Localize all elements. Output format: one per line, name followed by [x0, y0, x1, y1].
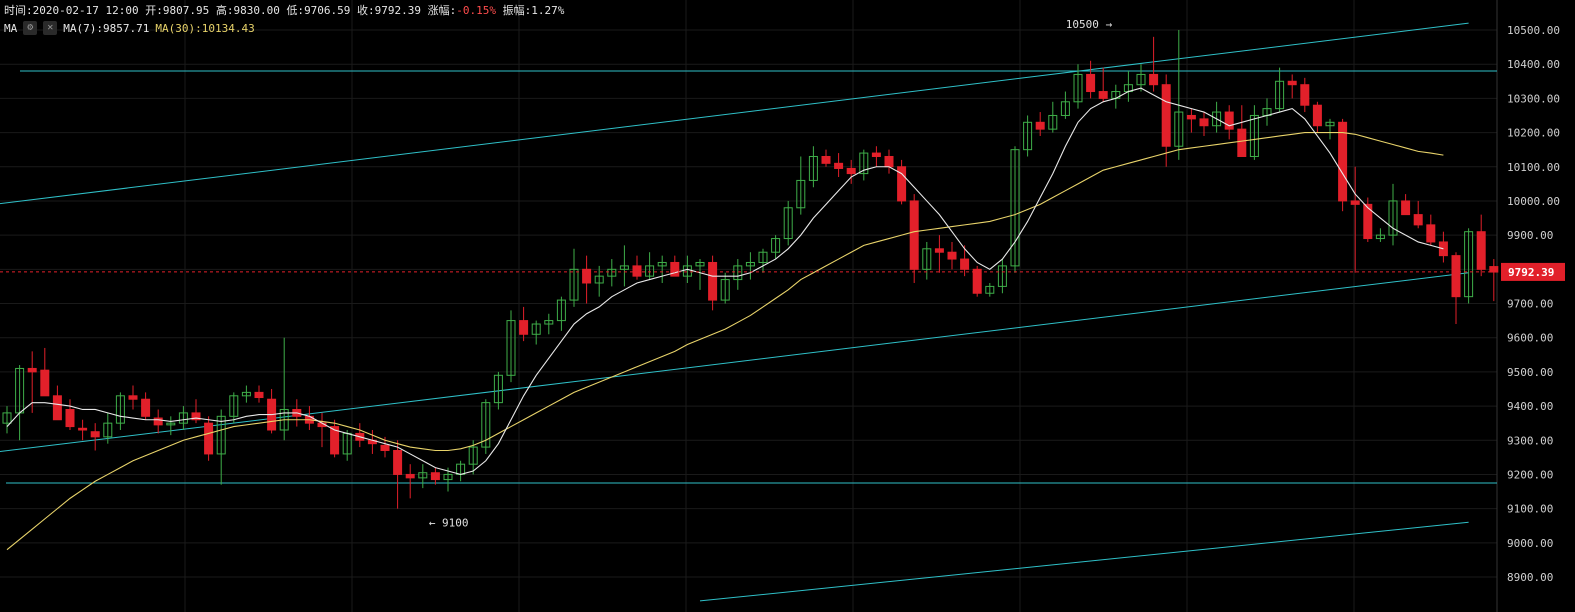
low-label: 低:	[286, 4, 305, 17]
candlestick-chart[interactable]: 10500 → ← 9100 10500.00 10400.00 10300.00 10…	[0, 0, 1575, 612]
candle-down	[40, 369, 50, 397]
candle-down	[846, 167, 856, 175]
price-tick-label: 8900.00	[1507, 571, 1553, 584]
price-tick-label: 10200.00	[1507, 127, 1560, 140]
candle-down	[871, 152, 881, 157]
candle-down	[934, 248, 944, 253]
candle-down	[141, 398, 151, 417]
price-tick-label: 9600.00	[1507, 332, 1553, 345]
chart-background	[0, 0, 1575, 612]
open-label: 开:	[145, 4, 163, 17]
candle-down	[1086, 73, 1096, 93]
candle-down	[1476, 231, 1486, 270]
price-tick-label: 10000.00	[1507, 195, 1560, 208]
candle-down	[708, 261, 718, 301]
candle-down	[1287, 80, 1297, 86]
candle-down	[1338, 121, 1348, 202]
candle-down	[909, 200, 919, 270]
candle-down	[582, 268, 592, 284]
time-label: 时间:	[4, 4, 33, 17]
candle-down	[947, 251, 957, 260]
candle-down	[430, 472, 440, 481]
candle-down	[1237, 128, 1247, 157]
candle-down	[90, 431, 100, 438]
candle-down	[1300, 84, 1310, 106]
candle-down	[27, 367, 37, 373]
ma30-value: 10134.43	[201, 21, 255, 35]
ma7-label: MA(7):	[63, 21, 103, 35]
candle-down	[78, 427, 88, 431]
indicator-bar: MA ⚙ ✕ MA(7):9857.71 MA(30):10134.43	[4, 21, 255, 35]
candle-down	[380, 444, 390, 452]
candle-down	[153, 417, 163, 426]
candle-down	[405, 473, 415, 479]
price-tick-label: 9100.00	[1507, 503, 1553, 516]
candle-down	[1451, 255, 1461, 298]
candle-down	[1312, 104, 1322, 127]
candle-down	[1224, 111, 1234, 130]
price-tick-label: 9400.00	[1507, 400, 1553, 413]
candle-down	[884, 155, 894, 168]
candle-down	[519, 320, 529, 335]
ma30-label: MA(30):	[155, 21, 202, 35]
indicator-name: MA	[4, 21, 18, 35]
ma7-value: 9857.71	[103, 21, 150, 35]
candle-down	[1098, 91, 1108, 99]
candle-down	[1161, 84, 1171, 147]
candle-down	[960, 258, 970, 270]
open-value: 9807.95	[162, 4, 210, 17]
price-tick-label: 10400.00	[1507, 58, 1560, 71]
candle-down	[972, 268, 982, 294]
candle-down	[204, 422, 214, 455]
candle-down	[393, 450, 403, 475]
price-tick-label: 10500.00	[1507, 24, 1560, 37]
price-tick-label: 9900.00	[1507, 229, 1553, 242]
price-tick-label: 9700.00	[1507, 298, 1553, 311]
candle-down	[1199, 118, 1209, 127]
change-value: -0.15%	[456, 4, 497, 17]
candle-down	[1489, 266, 1499, 273]
ohlc-info-bar: 时间:2020-02-17 12:00 开:9807.95 高:9830.00 …	[4, 2, 564, 18]
candle-down	[1035, 121, 1045, 130]
price-annotation: 10500 →	[1066, 18, 1113, 31]
close-value: 9792.39	[374, 4, 422, 17]
candle-down	[632, 265, 642, 277]
close-icon[interactable]: ✕	[43, 21, 58, 35]
candle-down	[670, 261, 680, 277]
candle-down	[128, 395, 138, 400]
close-label: 收:	[357, 4, 375, 17]
high-value: 9830.00	[233, 4, 280, 17]
amplitude-label: 振幅:	[502, 4, 532, 17]
price-tick-label: 10100.00	[1507, 161, 1560, 174]
price-tick-label: 9500.00	[1507, 366, 1553, 379]
price-tick-label: 10300.00	[1507, 92, 1560, 105]
current-price-tag: 9792.39	[1501, 262, 1565, 281]
price-tick-label: 9300.00	[1507, 434, 1553, 447]
candle-down	[1149, 73, 1159, 86]
candle-down	[1186, 114, 1196, 120]
gear-icon[interactable]: ⚙	[23, 21, 38, 35]
low-value: 9706.59	[304, 4, 351, 17]
candle-down	[834, 162, 844, 169]
change-label: 涨幅:	[427, 4, 457, 17]
price-tick-label: 9000.00	[1507, 537, 1553, 550]
price-annotation: ← 9100	[429, 517, 469, 530]
price-tag-label: 9792.39	[1508, 266, 1554, 279]
amplitude-value: 1.27%	[531, 4, 565, 17]
price-tick-label: 9200.00	[1507, 468, 1553, 481]
candle-down	[1350, 200, 1360, 205]
candle-down	[1413, 214, 1423, 226]
candle-down	[254, 391, 264, 399]
candle-down	[1426, 224, 1436, 243]
candle-down	[1401, 200, 1411, 216]
candle-down	[821, 155, 831, 164]
high-label: 高:	[215, 4, 234, 17]
time-value: 2020-02-17 12:00	[32, 4, 139, 17]
candle-down	[65, 408, 75, 428]
candle-down	[52, 395, 62, 421]
